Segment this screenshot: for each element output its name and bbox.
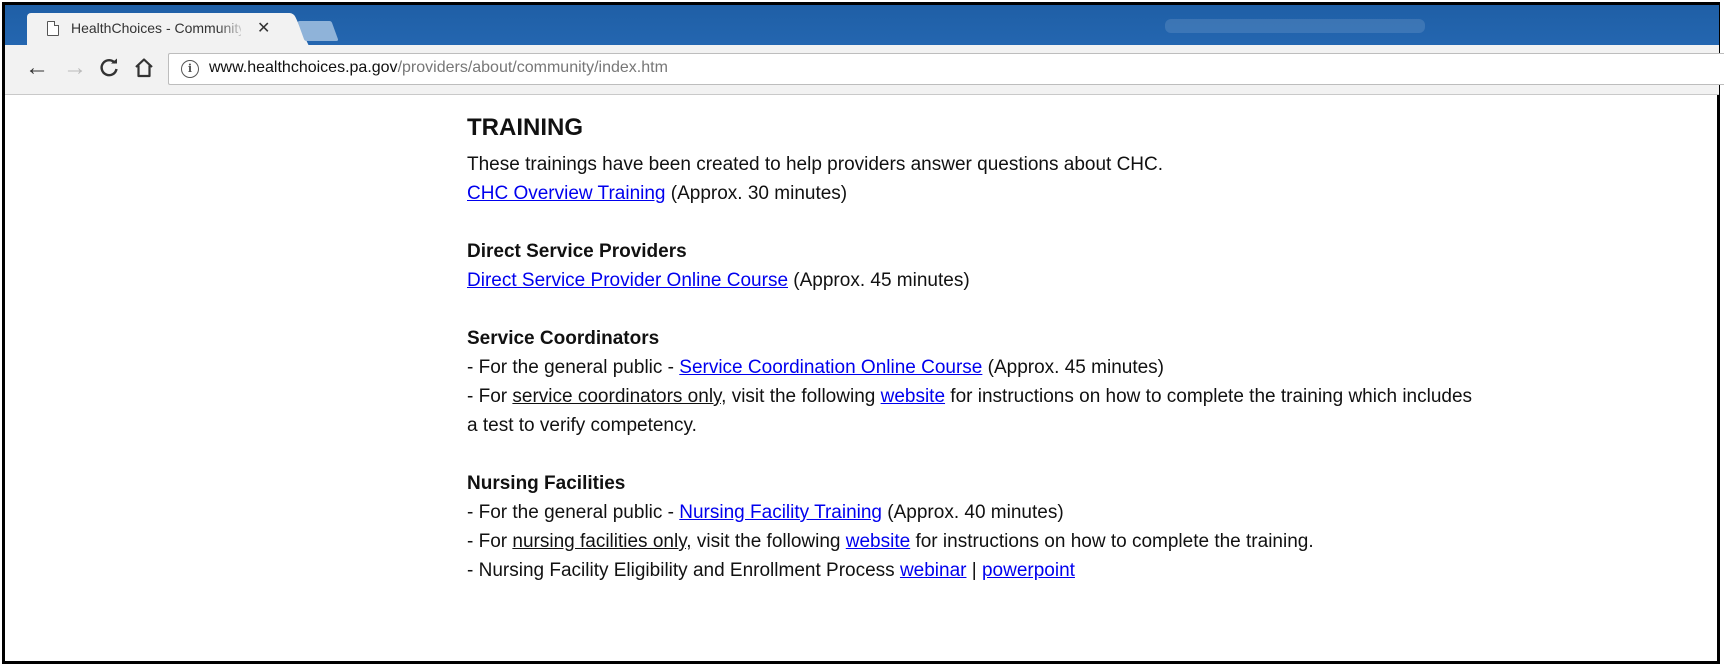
tab-title-fade (217, 17, 247, 39)
nf-only-emphasis: nursing facilities only, (512, 531, 692, 552)
service-coordination-course-link[interactable]: Service Coordination Online Course (679, 357, 982, 378)
nf-line-3: - Nursing Facility Eligibility and Enrol… (467, 556, 1517, 585)
nf-visit-text: visit the following (691, 531, 846, 552)
back-arrow-icon[interactable]: ← (25, 53, 49, 83)
sc-public-label: - For the general public - (467, 357, 680, 378)
nf-public-label: - For the general public - (467, 502, 680, 523)
nf-instructions-text: for instructions on how to complete the … (910, 531, 1314, 552)
sc-line-2: - For service coordinators only, visit t… (467, 382, 1517, 411)
tab-title: HealthChoices - Community HealthChoices (71, 20, 241, 36)
forward-arrow-icon[interactable]: → (63, 53, 87, 83)
webinar-link[interactable]: webinar (900, 560, 967, 581)
page-content: TRAINING These trainings have been creat… (467, 112, 1517, 585)
powerpoint-link[interactable]: powerpoint (982, 560, 1075, 581)
sc-for-label: - For (467, 386, 513, 407)
sc-website-link[interactable]: website (881, 386, 945, 407)
nf-line-2: - For nursing facilities only, visit the… (467, 527, 1517, 556)
tab-active[interactable]: HealthChoices - Community HealthChoices … (27, 13, 289, 45)
chc-overview-training-link[interactable]: CHC Overview Training (467, 183, 666, 204)
intro-text: These trainings have been created to hel… (467, 154, 1164, 175)
page-title: TRAINING (467, 114, 583, 141)
nursing-facility-training-link[interactable]: Nursing Facility Training (679, 502, 882, 523)
link-separator: | (966, 560, 982, 581)
info-icon[interactable]: i (181, 60, 199, 78)
sc-line-3: a test to verify competency. (467, 415, 697, 436)
nf-for-label: - For (467, 531, 513, 552)
page-icon (47, 21, 59, 36)
nf-duration: (Approx. 40 minutes) (882, 502, 1064, 523)
new-tab-button[interactable] (297, 21, 339, 41)
dsp-duration: (Approx. 45 minutes) (788, 270, 970, 291)
sc-heading: Service Coordinators (467, 328, 660, 349)
window-title-blur (1165, 19, 1425, 33)
nf-heading: Nursing Facilities (467, 473, 626, 494)
url-text[interactable]: www.healthchoices.pa.gov/providers/about… (209, 59, 668, 77)
sc-line-1: - For the general public - Service Coord… (467, 353, 1517, 382)
dsp-online-course-link[interactable]: Direct Service Provider Online Course (467, 270, 788, 291)
sc-instructions-text: for instructions on how to complete the … (945, 386, 1473, 407)
close-icon[interactable]: ✕ (257, 18, 270, 38)
sc-only-emphasis: service coordinators only, (512, 386, 727, 407)
tab-strip: HealthChoices - Community HealthChoices … (5, 5, 1719, 45)
nf-enrollment-text: - Nursing Facility Eligibility and Enrol… (467, 560, 900, 581)
url-host: www.healthchoices.pa.gov (209, 59, 398, 76)
home-icon[interactable] (133, 53, 155, 87)
sc-visit-text: visit the following (726, 386, 881, 407)
url-path: /providers/about/community/index.htm (397, 59, 668, 76)
dsp-heading: Direct Service Providers (467, 241, 687, 262)
browser-toolbar: ← → i www.healthchoices.pa.gov/providers… (5, 45, 1724, 95)
nf-line-1: - For the general public - Nursing Facil… (467, 498, 1517, 527)
reload-icon[interactable] (98, 53, 120, 87)
overview-line: CHC Overview Training (Approx. 30 minute… (467, 179, 1517, 208)
dsp-line: Direct Service Provider Online Course (A… (467, 266, 1517, 295)
nf-website-link[interactable]: website (846, 531, 910, 552)
sc-duration: (Approx. 45 minutes) (982, 357, 1165, 378)
address-bar[interactable]: i www.healthchoices.pa.gov/providers/abo… (168, 53, 1724, 85)
overview-duration: (Approx. 30 minutes) (665, 183, 848, 204)
